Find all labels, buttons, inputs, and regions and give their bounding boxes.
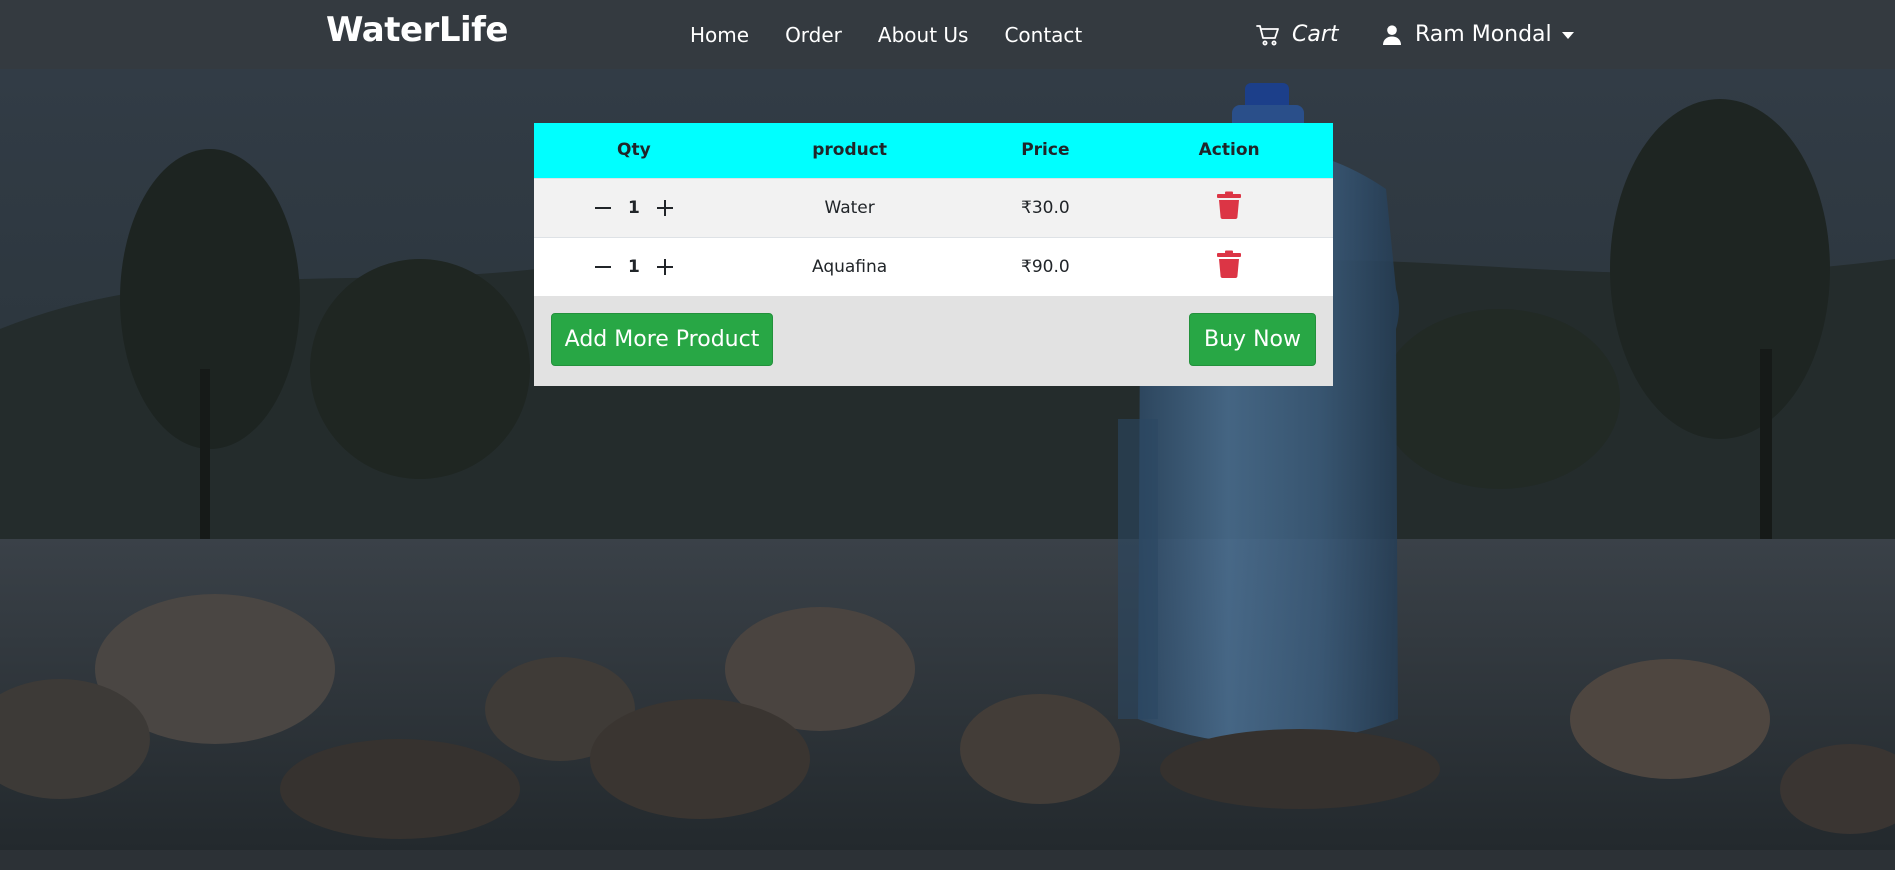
table-row: 1 Aquafina ₹90.0 [534, 236, 1333, 296]
cart-icon [1256, 24, 1279, 45]
nav-link-home[interactable]: Home [672, 23, 767, 47]
cart-table-card: Qty product Price Action 1 Water ₹30.0 1… [534, 123, 1333, 386]
navbar: WaterLife Home Order About Us Contact Ca… [0, 0, 1895, 69]
minus-icon[interactable] [592, 197, 614, 219]
qty-cell: 1 [534, 236, 734, 296]
cart-table: Qty product Price Action 1 Water ₹30.0 1… [534, 123, 1333, 296]
cart-link[interactable]: Cart [1256, 0, 1339, 69]
nav-links: Home Order About Us Contact [672, 0, 1100, 69]
product-name: Aquafina [733, 236, 966, 296]
nav-link-order[interactable]: Order [767, 23, 860, 47]
brand-logo[interactable]: WaterLife [326, 10, 509, 50]
add-more-product-button[interactable]: Add More Product [551, 313, 773, 366]
column-header-product: product [812, 140, 887, 161]
user-menu-dropdown[interactable]: Ram Mondal [1383, 0, 1574, 69]
quantity-value: 1 [627, 256, 640, 277]
qty-cell: 1 [534, 177, 734, 237]
action-cell [1125, 177, 1333, 237]
page-bottom-strip [0, 850, 1895, 870]
cart-footer: Add More Product Buy Now [534, 296, 1333, 386]
product-price: ₹90.0 [965, 236, 1126, 296]
nav-link-contact[interactable]: Contact [986, 23, 1100, 47]
minus-icon[interactable] [592, 256, 614, 278]
product-price: ₹30.0 [965, 177, 1126, 237]
nav-link-about-us[interactable]: About Us [860, 23, 987, 47]
quantity-value: 1 [627, 197, 640, 218]
column-header-qty: Qty [617, 140, 651, 161]
cart-label: Cart [1292, 22, 1339, 47]
trash-icon[interactable] [1217, 191, 1242, 219]
trash-icon[interactable] [1217, 250, 1242, 279]
column-header-action: Action [1198, 140, 1260, 161]
plus-icon[interactable] [654, 197, 676, 219]
chevron-down-icon [1561, 32, 1574, 39]
table-row: 1 Water ₹30.0 [534, 177, 1333, 237]
product-name: Water [733, 177, 966, 237]
user-name: Ram Mondal [1415, 22, 1552, 47]
action-cell [1125, 236, 1333, 296]
buy-now-button[interactable]: Buy Now [1189, 313, 1316, 366]
user-icon [1383, 24, 1401, 45]
column-header-price: Price [1021, 140, 1070, 161]
table-header-row: Qty product Price Action [534, 123, 1333, 178]
plus-icon[interactable] [654, 256, 676, 278]
